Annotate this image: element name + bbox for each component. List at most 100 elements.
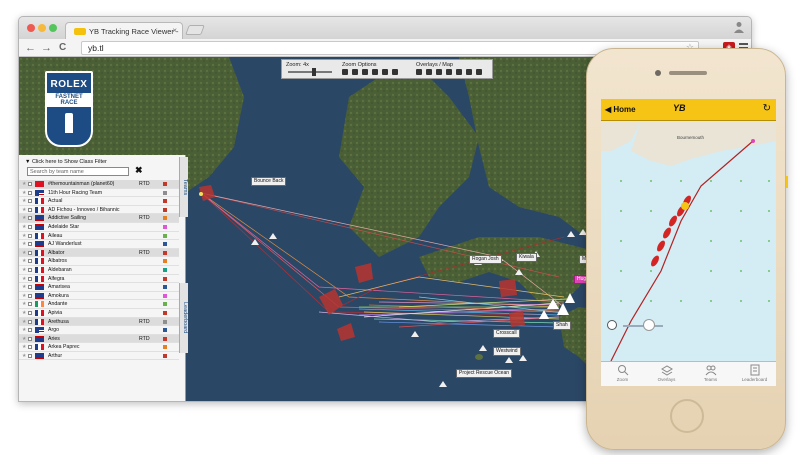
favorite-star-icon[interactable]: ★ [22, 319, 26, 325]
team-checkbox[interactable] [28, 345, 32, 350]
zoom-in-icon[interactable] [342, 69, 348, 75]
team-row[interactable]: ★ Albatros [19, 257, 179, 266]
boat-label[interactable]: Project Rescue Ocean [456, 369, 513, 378]
favorite-star-icon[interactable]: ★ [22, 198, 26, 204]
overlay-wind-icon[interactable] [426, 69, 432, 75]
team-row[interactable]: ★ Arthur [19, 352, 179, 361]
team-search-input[interactable]: Search by team name [27, 167, 129, 176]
app-tab-leaderboard[interactable]: Leaderboard [737, 364, 772, 382]
team-checkbox[interactable] [28, 207, 32, 212]
favorite-star-icon[interactable]: ★ [22, 336, 26, 342]
favorite-star-icon[interactable]: ★ [22, 215, 26, 221]
team-checkbox[interactable] [28, 199, 32, 204]
zoom-boats-icon[interactable] [372, 69, 378, 75]
timeline-slider-thumb[interactable] [643, 319, 655, 331]
favorite-star-icon[interactable]: ★ [22, 276, 26, 282]
team-row[interactable]: ★ Argo [19, 326, 179, 335]
timeline-clock-icon[interactable] [607, 320, 617, 330]
favorite-star-icon[interactable]: ★ [22, 293, 26, 299]
boat-label[interactable]: Rogan Josh [469, 255, 502, 264]
favorite-star-icon[interactable]: ★ [22, 224, 26, 230]
favorite-star-icon[interactable]: ★ [22, 258, 26, 264]
forward-button[interactable]: → [41, 41, 52, 55]
boat-label[interactable]: Westwind [493, 347, 521, 356]
team-row[interactable]: ★ Arethusa RTD [19, 317, 179, 327]
team-checkbox[interactable] [28, 276, 32, 281]
zoom-out-icon[interactable] [352, 69, 358, 75]
favorite-star-icon[interactable]: ★ [22, 267, 26, 273]
browser-tab[interactable]: YB Tracking Race Viewer - × [65, 22, 183, 39]
favorite-star-icon[interactable]: ★ [22, 353, 26, 359]
boat-label[interactable]: Bounce Back [251, 177, 287, 186]
team-row[interactable]: ★ Actual [19, 197, 179, 206]
team-row[interactable]: ★ Arkea Paprec [19, 343, 179, 352]
tab-close-icon[interactable]: × [172, 26, 177, 35]
team-checkbox[interactable] [28, 216, 32, 221]
team-row[interactable]: ★ #themountainman (planet60) RTD [19, 180, 179, 189]
team-checkbox[interactable] [28, 242, 32, 247]
team-row[interactable]: ★ Amarisea [19, 283, 179, 292]
team-checkbox[interactable] [28, 233, 32, 238]
team-checkbox[interactable] [28, 250, 32, 255]
team-checkbox[interactable] [28, 319, 32, 324]
app-tab-teams[interactable]: Teams [693, 364, 728, 382]
overlay-map-icon[interactable] [456, 69, 462, 75]
team-row[interactable]: ★ Apivia [19, 309, 179, 318]
team-row[interactable]: ★ Amokura [19, 292, 179, 301]
user-icon[interactable] [734, 21, 744, 33]
class-filter-toggle[interactable]: ▼ Click here to Show Class Filter [25, 159, 107, 165]
overlay-labels-icon[interactable] [436, 69, 442, 75]
overlay-layers-icon[interactable] [416, 69, 422, 75]
back-button[interactable]: ← [25, 41, 36, 55]
clear-search-icon[interactable]: ✖ [135, 165, 143, 176]
zoom-slider[interactable] [288, 71, 332, 73]
zoom-leader-icon[interactable] [392, 69, 398, 75]
team-checkbox[interactable] [28, 182, 32, 186]
reload-button[interactable]: C [59, 41, 66, 55]
team-row[interactable]: ★ Aldebaran [19, 266, 179, 275]
favorite-star-icon[interactable]: ★ [22, 284, 26, 290]
team-checkbox[interactable] [28, 302, 32, 307]
maximize-window-button[interactable] [49, 24, 57, 32]
favorite-star-icon[interactable]: ★ [22, 181, 26, 187]
team-checkbox[interactable] [28, 267, 32, 272]
team-row[interactable]: ★ Addictive Sailing RTD [19, 214, 179, 223]
team-checkbox[interactable] [28, 190, 32, 195]
favorite-star-icon[interactable]: ★ [22, 250, 26, 256]
team-checkbox[interactable] [28, 328, 32, 333]
close-window-button[interactable] [27, 24, 35, 32]
favorite-star-icon[interactable]: ★ [22, 241, 26, 247]
overlay-satellite-icon[interactable] [466, 69, 472, 75]
zoom-course-icon[interactable] [382, 69, 388, 75]
minimize-window-button[interactable] [38, 24, 46, 32]
new-tab-button[interactable] [185, 25, 205, 35]
team-row[interactable]: ★ AJ Wanderlust [19, 240, 179, 249]
team-checkbox[interactable] [28, 310, 32, 315]
overlay-flag-icon[interactable] [446, 69, 452, 75]
refresh-icon[interactable]: ↻ [763, 103, 771, 114]
boat-label[interactable]: Kiwala [516, 253, 537, 262]
team-row[interactable]: ★ Adelaide Star [19, 223, 179, 232]
app-tab-zoom[interactable]: Zoom [605, 364, 640, 382]
team-row[interactable]: ★ AD Fichou - Innoveo / Bihannic [19, 206, 179, 215]
team-checkbox[interactable] [28, 285, 32, 290]
favorite-star-icon[interactable]: ★ [22, 233, 26, 239]
boat-label[interactable]: Shah [553, 321, 571, 330]
team-row[interactable]: ★ Aileau [19, 232, 179, 241]
team-row[interactable]: ★ Alfegra [19, 275, 179, 284]
boat-label[interactable]: Crosscall [493, 329, 520, 338]
team-checkbox[interactable] [28, 336, 32, 341]
team-row[interactable]: ★ 11th Hour Racing Team [19, 189, 179, 198]
overlay-settings-icon[interactable] [476, 69, 482, 75]
tab-leaderboard[interactable]: Leaderboard [179, 283, 188, 353]
home-button[interactable]: ◀ Home [605, 105, 636, 114]
team-checkbox[interactable] [28, 293, 32, 298]
favorite-star-icon[interactable]: ★ [22, 207, 26, 213]
team-checkbox[interactable] [28, 224, 32, 229]
favorite-star-icon[interactable]: ★ [22, 190, 26, 196]
app-tab-overlays[interactable]: Overlays [649, 364, 684, 382]
zoom-slider-thumb[interactable] [312, 68, 316, 76]
zoom-fit-icon[interactable] [362, 69, 368, 75]
team-row[interactable]: ★ Aries RTD [19, 334, 179, 344]
favorite-star-icon[interactable]: ★ [22, 310, 26, 316]
